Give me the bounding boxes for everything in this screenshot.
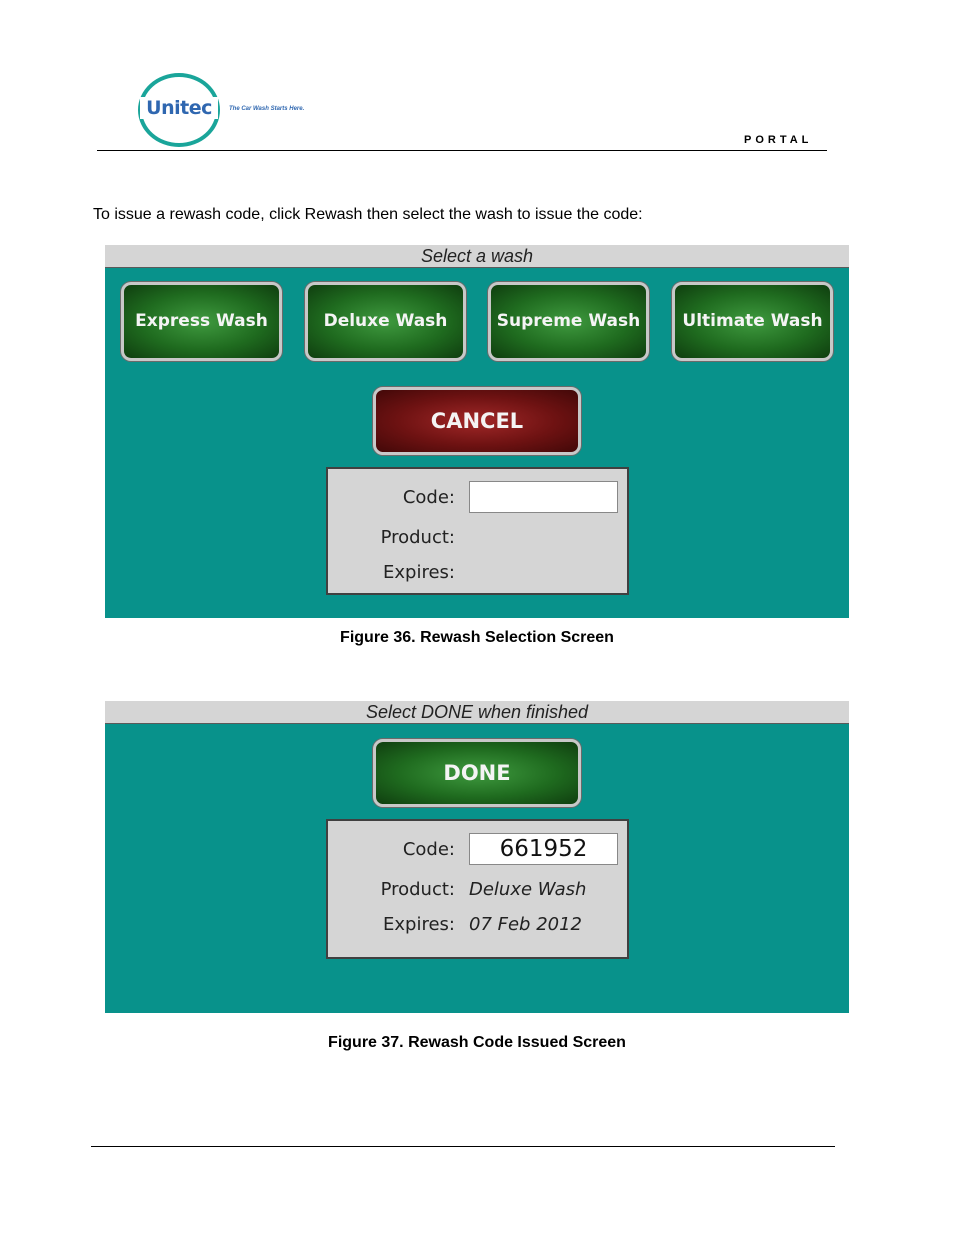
ultimate-wash-button[interactable]: Ultimate Wash xyxy=(672,282,833,361)
footer-divider xyxy=(91,1146,835,1147)
done-button[interactable]: DONE xyxy=(373,739,581,807)
expires-label: Expires: xyxy=(383,562,455,583)
code-field: 661952 xyxy=(469,833,618,865)
code-info-panel: Code: 661952 Product: Deluxe Wash Expire… xyxy=(326,819,629,959)
code-field xyxy=(469,481,618,513)
logo-tagline: The Car Wash Starts Here. xyxy=(229,106,305,112)
expires-value: 07 Feb 2012 xyxy=(469,914,583,935)
product-label: Product: xyxy=(380,879,455,900)
code-info-panel: Code: Product: Expires: xyxy=(326,467,629,595)
deluxe-wash-button[interactable]: Deluxe Wash xyxy=(305,282,466,361)
expires-label: Expires: xyxy=(383,914,455,935)
code-label: Code: xyxy=(402,839,455,860)
product-label: Product: xyxy=(380,527,455,548)
product-value: Deluxe Wash xyxy=(469,879,587,900)
cancel-button[interactable]: CANCEL xyxy=(373,387,581,455)
screen-title-bar: Select DONE when finished xyxy=(105,701,849,724)
section-label: PORTAL xyxy=(744,134,813,146)
code-label: Code: xyxy=(402,487,455,508)
figure-37-caption: Figure 37. Rewash Code Issued Screen xyxy=(328,1034,626,1051)
logo-text: Unitec xyxy=(140,97,218,119)
express-wash-button[interactable]: Express Wash xyxy=(121,282,282,361)
figure-36-caption: Figure 36. Rewash Selection Screen xyxy=(340,629,614,646)
supreme-wash-button[interactable]: Supreme Wash xyxy=(488,282,649,361)
unitec-logo: Unitec xyxy=(138,73,220,147)
header-divider xyxy=(97,150,827,151)
rewash-selection-screen: Select a wash Express Wash Deluxe Wash S… xyxy=(105,245,849,618)
rewash-code-issued-screen: Select DONE when finished DONE Code: 661… xyxy=(105,701,849,1013)
screen-title-bar: Select a wash xyxy=(105,245,849,268)
intro-text: To issue a rewash code, click Rewash the… xyxy=(93,206,643,223)
